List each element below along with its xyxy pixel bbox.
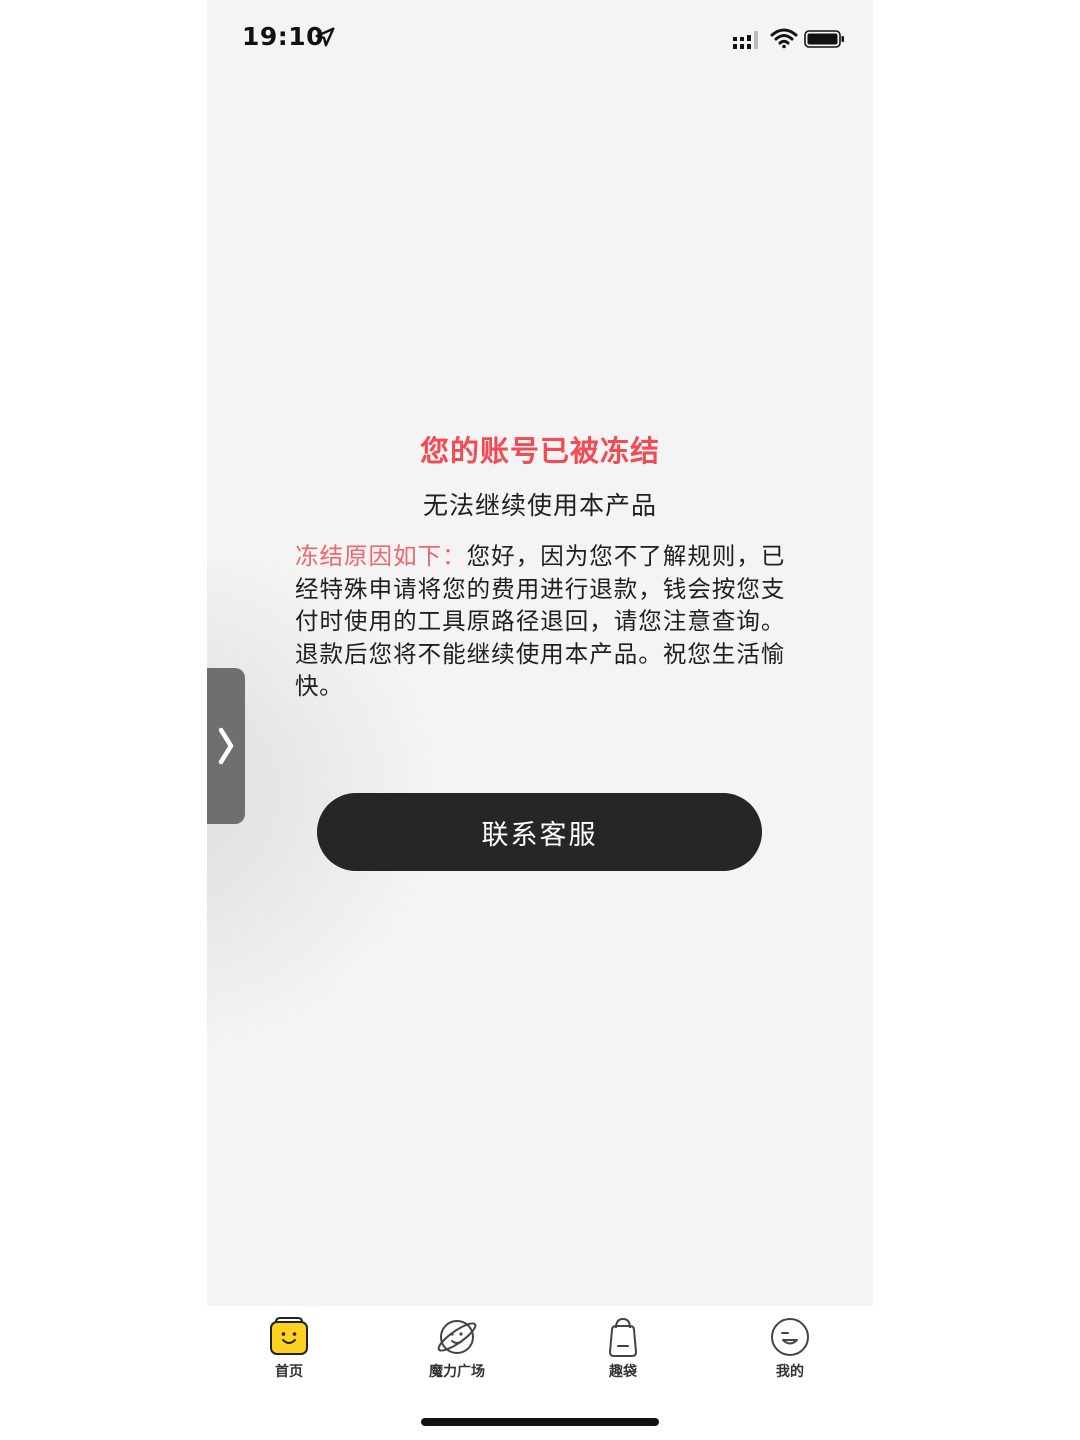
status-bar: 19:10 xyxy=(207,0,873,80)
freeze-subtitle: 无法继续使用本产品 xyxy=(422,491,657,520)
freeze-reason-label: 冻结原因如下： xyxy=(295,542,467,570)
battery-icon xyxy=(804,30,844,48)
status-time: 19:10 xyxy=(242,22,325,51)
bag-icon xyxy=(608,1317,638,1357)
tab-magic-square[interactable]: 魔力广场 xyxy=(397,1316,517,1386)
smiley-box-icon xyxy=(270,1317,308,1355)
cellular-signal-icon xyxy=(733,31,758,49)
tab-home-label: 首页 xyxy=(275,1364,303,1380)
smiley-face-icon xyxy=(771,1318,809,1356)
tab-fun-bag-label: 趣袋 xyxy=(609,1364,637,1380)
tab-home[interactable]: 首页 xyxy=(229,1316,349,1386)
wifi-icon xyxy=(770,28,798,49)
tab-mine-label: 我的 xyxy=(776,1364,804,1380)
tab-mine[interactable]: 我的 xyxy=(730,1316,850,1386)
phone-screen: 19:10 您的账号已被冻结 无法继续使用本产品 冻结原因如下：您好，因为您不了… xyxy=(207,0,873,1440)
tab-fun-bag[interactable]: 趣袋 xyxy=(563,1316,683,1386)
contact-support-button[interactable]: 联系客服 xyxy=(317,793,762,871)
freeze-reason: 冻结原因如下：您好，因为您不了解规则，已经特殊申请将您的费用进行退款，钱会按您支… xyxy=(295,540,785,703)
freeze-title: 您的账号已被冻结 xyxy=(419,434,660,468)
home-indicator xyxy=(421,1418,659,1426)
location-arrow-icon xyxy=(315,27,335,47)
chevron-right-icon xyxy=(218,727,234,765)
side-drawer-handle[interactable] xyxy=(207,668,245,824)
tab-magic-square-label: 魔力广场 xyxy=(429,1364,485,1380)
planet-icon xyxy=(437,1320,477,1354)
